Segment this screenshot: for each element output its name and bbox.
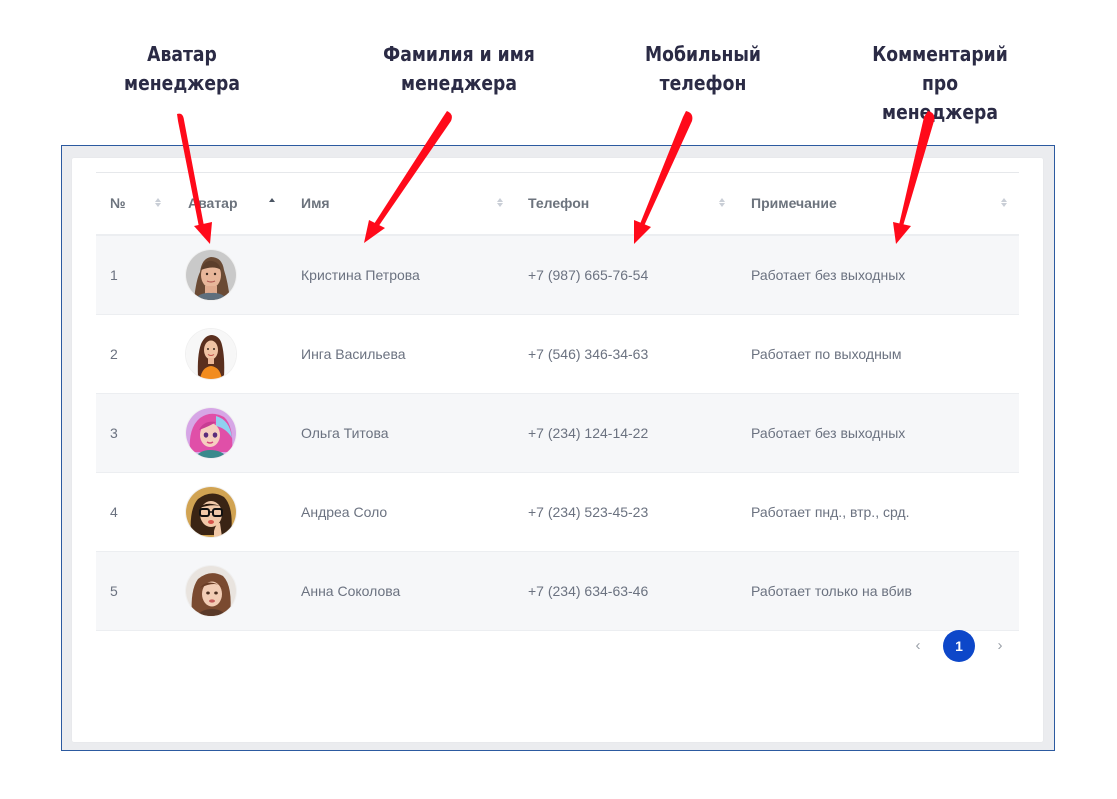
woman-3-avatar — [186, 566, 236, 616]
manager-phone: +7 (234) 124-14-22 — [528, 425, 649, 441]
callout-phone-line1: Мобильный — [645, 42, 761, 66]
row-number: 5 — [110, 583, 118, 599]
callout-comment-line1: Комментарий — [872, 42, 1008, 66]
manager-name: Анна Соколова — [301, 583, 401, 599]
sort-icon-name[interactable] — [496, 197, 504, 211]
row-number: 1 — [110, 267, 118, 283]
manager-phone: +7 (234) 523-45-23 — [528, 504, 649, 520]
table-row[interactable]: 5 Анна Соколова +7 (234) 634-63-46 Работ… — [96, 552, 1019, 631]
pagination: ‹ 1 › — [96, 629, 1019, 663]
callout-phone-line2: телефон — [659, 71, 747, 95]
callout-avatar-line1: Аватар — [147, 42, 217, 66]
cartoon-girl-avatar — [186, 408, 236, 458]
callout-avatar: Аватар менеджера — [122, 40, 242, 98]
column-header-name[interactable]: Имя — [301, 173, 330, 234]
callout-phone: Мобильный телефон — [634, 40, 772, 98]
column-header-num[interactable]: № — [110, 173, 126, 234]
row-number: 2 — [110, 346, 118, 362]
chevron-left-icon[interactable]: ‹ — [908, 629, 928, 663]
page-button-current[interactable]: 1 — [943, 630, 975, 662]
manager-note: Работает по выходным — [751, 346, 902, 362]
manager-note: Работает без выходных — [751, 267, 906, 283]
manager-phone: +7 (234) 634-63-46 — [528, 583, 649, 599]
manager-name: Кристина Петрова — [301, 267, 420, 283]
column-header-note[interactable]: Примечание — [751, 173, 837, 234]
table-row[interactable]: 2 Инга Васильева +7 (546) 346-34-63 Рабо… — [96, 315, 1019, 394]
callout-comment-line2: про менеджера — [882, 71, 998, 124]
glasses-girl-avatar — [186, 487, 236, 537]
sort-icon-phone[interactable] — [718, 197, 726, 211]
woman-1-avatar — [186, 250, 236, 300]
manager-phone: +7 (987) 665-76-54 — [528, 267, 649, 283]
table-header: № Аватар Имя Телефон Примечание — [96, 173, 1019, 236]
sort-icon-note[interactable] — [1000, 197, 1008, 211]
manager-phone: +7 (546) 346-34-63 — [528, 346, 649, 362]
manager-name: Андреа Соло — [301, 504, 388, 520]
manager-name: Ольга Титова — [301, 425, 389, 441]
chevron-right-icon[interactable]: › — [990, 629, 1010, 663]
table-row[interactable]: 1 Кристина Петрова +7 (987) 665-76-54 Ра… — [96, 236, 1019, 315]
table-row[interactable]: 3 Ольга Титова +7 (234) 124-14-22 Работа… — [96, 394, 1019, 473]
manager-name: Инга Васильева — [301, 346, 406, 362]
manager-note: Работает пнд., втр., срд. — [751, 504, 910, 520]
column-header-phone[interactable]: Телефон — [528, 173, 589, 234]
callout-name-line1: Фамилия и имя — [383, 42, 535, 66]
managers-table: № Аватар Имя Телефон Примечание 1 Кристи… — [96, 172, 1019, 631]
manager-note: Работает без выходных — [751, 425, 906, 441]
sort-icon-avatar[interactable] — [268, 197, 276, 211]
callout-comment: Комментарий про менеджера — [863, 40, 1018, 127]
managers-table-card: № Аватар Имя Телефон Примечание 1 Кристи… — [72, 158, 1043, 742]
column-header-avatar[interactable]: Аватар — [188, 173, 238, 234]
row-number: 4 — [110, 504, 118, 520]
callout-name: Фамилия и имя менеджера — [382, 40, 537, 98]
row-number: 3 — [110, 425, 118, 441]
woman-2-avatar — [186, 329, 236, 379]
callout-avatar-line2: менеджера — [124, 71, 240, 95]
callout-name-line2: менеджера — [401, 71, 517, 95]
sort-icon-num[interactable] — [154, 197, 162, 211]
manager-note: Работает только на вбив — [751, 583, 912, 599]
table-row[interactable]: 4 Андреа Соло +7 (234) 523-45-23 Работае… — [96, 473, 1019, 552]
managers-table-frame: № Аватар Имя Телефон Примечание 1 Кристи… — [61, 145, 1055, 751]
